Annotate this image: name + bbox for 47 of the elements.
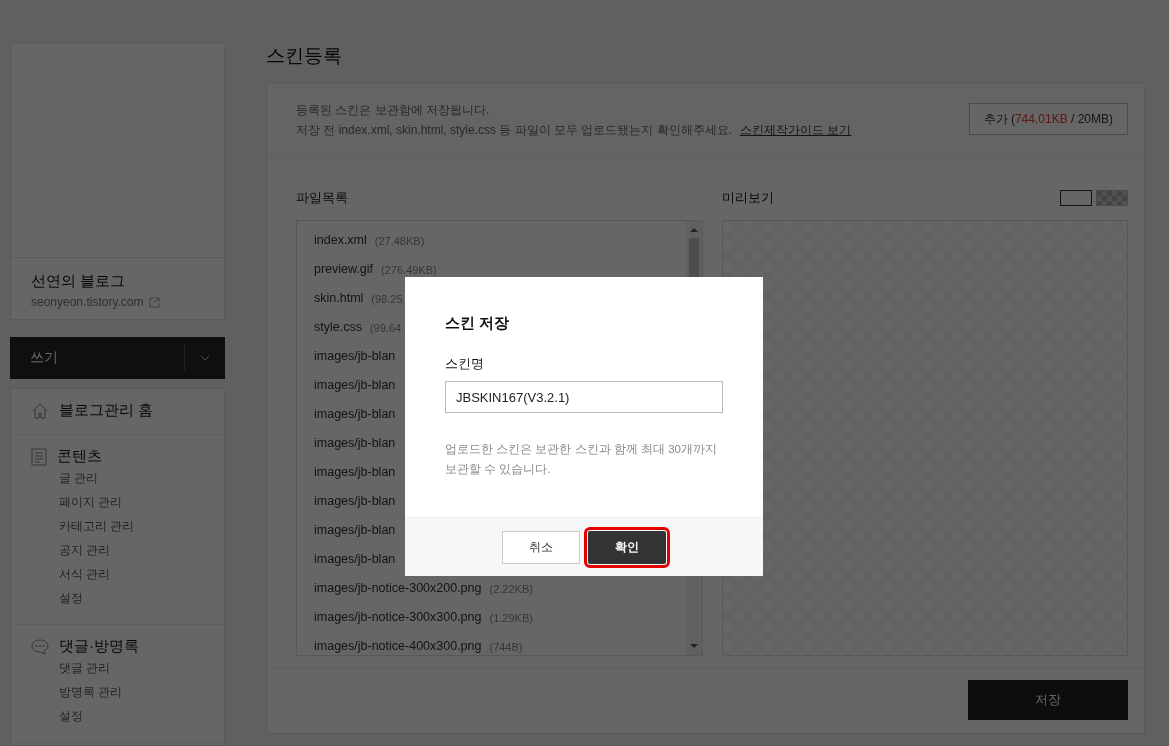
skin-name-field[interactable]: JBSKIN167(V3.2.1) [445, 381, 723, 413]
menu-section-title[interactable]: 댓글·방명록 [59, 637, 139, 656]
home-icon [31, 401, 49, 420]
cancel-button[interactable]: 취소 [502, 530, 580, 564]
menu-item[interactable]: 글 관리 [59, 466, 204, 490]
save-button[interactable]: 저장 [968, 680, 1128, 720]
document-icon [31, 447, 47, 466]
file-name: images/jb-blan [314, 407, 396, 423]
external-link-icon[interactable] [148, 296, 160, 308]
menu-item[interactable]: 카테고리 관리 [59, 514, 204, 538]
field-label: 스킨명 [445, 355, 485, 373]
dialog-title: 스킨 저장 [445, 314, 511, 333]
chevron-down-icon [200, 355, 210, 361]
file-name: images/jb-notice-300x200.png [314, 581, 482, 597]
file-list-label: 파일목록 [296, 189, 348, 207]
file-name: preview.gif [314, 262, 374, 278]
menu-item[interactable]: 서식 관리 [59, 562, 204, 586]
add-button[interactable]: 추가 (744.01KB / 20MB) [968, 103, 1128, 135]
preview-label: 미리보기 [721, 189, 774, 207]
file-name: images/jb-blan [314, 465, 396, 481]
file-name: images/jb-blan [314, 436, 396, 452]
file-name: images/jb-notice-400x300.png [314, 639, 482, 655]
file-name: index.xml [314, 233, 367, 249]
guide-link[interactable]: 스킨제작가이드 보기 [740, 123, 852, 137]
plain-background-toggle[interactable] [1060, 190, 1092, 206]
speech-bubble-icon [31, 638, 49, 655]
menu-item[interactable]: 댓글 관리 [59, 656, 204, 680]
menu-item[interactable]: 페이지 관리 [59, 490, 204, 514]
file-name: style.css [314, 320, 362, 336]
menu-item[interactable]: 설정 [59, 704, 204, 728]
file-name: images/jb-blan [314, 349, 396, 365]
checkered-background-toggle[interactable] [1096, 190, 1128, 206]
menu-item[interactable]: 설정 [59, 586, 204, 610]
file-name: images/jb-blan [314, 378, 396, 394]
file-name: skin.html [314, 291, 364, 307]
file-name: images/jb-blan [314, 494, 396, 510]
menu-item[interactable]: 공지 관리 [59, 538, 204, 562]
file-name: images/jb-notice-300x300.png [314, 610, 482, 626]
menu-section-title[interactable]: 콘텐츠 [57, 447, 102, 466]
menu-item[interactable]: 방명록 관리 [59, 680, 204, 704]
file-name: images/jb-blan [314, 552, 396, 568]
page-title: 스킨등록 [266, 44, 343, 68]
menu-section-title[interactable]: 블로그관리 홈 [59, 401, 154, 420]
file-name: images/jb-blan [314, 523, 396, 539]
blog-name: 선연의 블로그 [31, 272, 127, 291]
dialog-note: 업로드한 스킨은 보관한 스킨과 함께 최대 30개까지 보관할 수 있습니다. [445, 442, 718, 477]
notice-text: 등록된 스킨은 보관함에 저장됩니다. 저장 전 index.xml, skin.html, style.css 등 파일이 모두 업로드됐는지 확인해주세요. 스킨제작가이드 보기 [296, 102, 852, 139]
